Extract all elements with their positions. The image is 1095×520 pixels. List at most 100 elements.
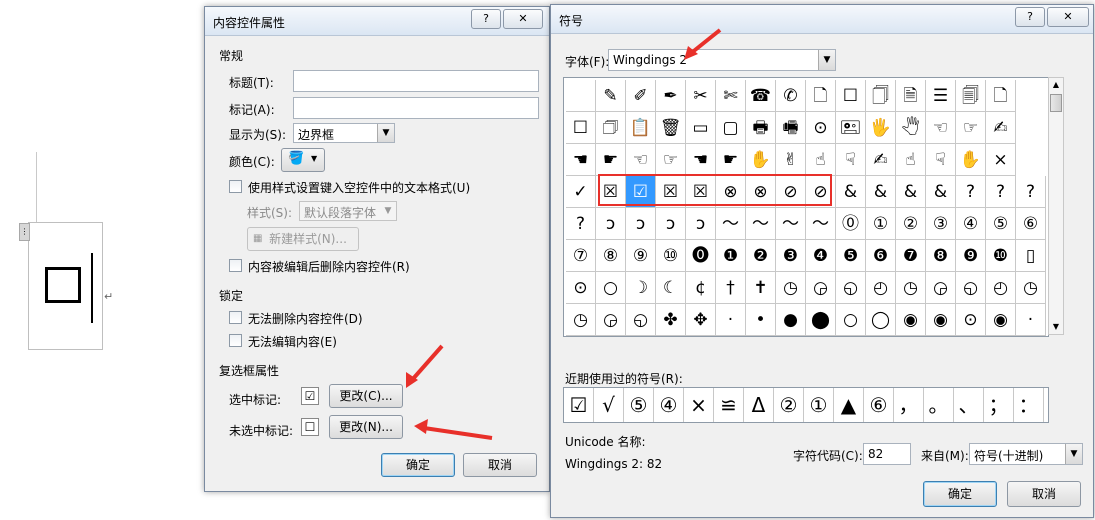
- symbol-cell[interactable]: 🗐: [956, 80, 986, 112]
- symbol-cell[interactable]: ✐: [626, 80, 656, 112]
- symbol-cell[interactable]: 〜: [716, 208, 746, 240]
- symbol-cell[interactable]: ○: [596, 272, 626, 304]
- symbol-cell[interactable]: ◵: [836, 272, 866, 304]
- chevron-down-icon[interactable]: ▼: [1065, 444, 1082, 464]
- symbol-cell[interactable]: ✄: [716, 80, 746, 112]
- symbol-cell[interactable]: ⑥: [1016, 208, 1046, 240]
- symbol-cell[interactable]: ❷: [746, 240, 776, 272]
- symbol-cell[interactable]: ↄ: [596, 208, 626, 240]
- symbol-cell[interactable]: ◶: [806, 272, 836, 304]
- symbol-cell[interactable]: ✓: [566, 176, 596, 208]
- symbol-cell[interactable]: ☜: [926, 112, 956, 144]
- symbol-cell[interactable]: ⊙: [956, 304, 986, 336]
- symbol-cell[interactable]: ②: [896, 208, 926, 240]
- symbol-cell[interactable]: ⑤: [986, 208, 1016, 240]
- symbol-grid[interactable]: ✎ ✐ ✒ ✂ ✄ ☎ ✆ 🗋 ☐ 🗍 🗎 ☰ 🗐 🗋 ☐ 🗇 📋 🗑 ▭ ▢ 🖶 🖷 ⊙ 🖭 🖐 🖑 ☜ ☞ ✍ ☚ ☛ ☜ ☞ ☚ ☛ ✋ ✌ ☝ ☟ ✍…: [563, 77, 1049, 337]
- symbol-cell[interactable]: 🗍: [866, 80, 896, 112]
- symbol-cell[interactable]: ☞: [956, 112, 986, 144]
- recent-symbol-cell[interactable]: Δ: [744, 388, 774, 422]
- ok-button[interactable]: 确定: [923, 481, 997, 507]
- symbol-cell[interactable]: 🗑: [656, 112, 686, 144]
- control-handle[interactable]: ⋮: [19, 223, 30, 241]
- recent-symbol-cell[interactable]: ④: [654, 388, 684, 422]
- symbol-cell[interactable]: ☟: [836, 144, 866, 176]
- symbol-cell[interactable]: ✋: [746, 144, 776, 176]
- symbol-cell[interactable]: ⓪: [836, 208, 866, 240]
- recent-symbol-cell[interactable]: ☑: [564, 388, 594, 422]
- close-button[interactable]: ✕: [503, 9, 543, 29]
- symbol-cell[interactable]: ⬤: [806, 304, 836, 336]
- symbol-cell[interactable]: ③: [926, 208, 956, 240]
- symbol-cell[interactable]: ↄ: [626, 208, 656, 240]
- symbol-cell[interactable]: 🖶: [746, 112, 776, 144]
- symbol-cell[interactable]: ⓿: [686, 240, 716, 272]
- symbol-cell[interactable]: ◉: [986, 304, 1016, 336]
- recent-symbol-cell[interactable]: 。: [924, 388, 954, 422]
- checkbox-symbol[interactable]: [45, 267, 81, 303]
- recent-symbol-cell[interactable]: √: [594, 388, 624, 422]
- color-picker-button[interactable]: 🪣 ▼: [281, 148, 325, 172]
- symbol-cell[interactable]: ?: [986, 176, 1016, 208]
- remove-when-edited-checkbox[interactable]: [229, 259, 242, 272]
- grid-scrollbar[interactable]: ▲ ▼: [1048, 77, 1064, 335]
- recent-symbol-cell[interactable]: ，: [894, 388, 924, 422]
- symbol-cell[interactable]: ☰: [926, 80, 956, 112]
- symbol-cell[interactable]: ❺: [836, 240, 866, 272]
- symbol-cell[interactable]: ✥: [686, 304, 716, 336]
- symbol-cell[interactable]: ❹: [806, 240, 836, 272]
- recent-symbol-cell[interactable]: ⑥: [864, 388, 894, 422]
- cancel-button[interactable]: 取消: [1007, 481, 1081, 507]
- symbol-cell[interactable]: 🗎: [896, 80, 926, 112]
- ok-button[interactable]: 确定: [381, 453, 455, 477]
- tag-input[interactable]: [293, 97, 539, 119]
- symbol-cell[interactable]: ☐: [836, 80, 866, 112]
- symbol-cell[interactable]: 🗇: [596, 112, 626, 144]
- symbol-cell[interactable]: ◵: [626, 304, 656, 336]
- recent-symbol-cell[interactable]: ；: [984, 388, 1014, 422]
- char-code-input[interactable]: 82: [863, 443, 911, 465]
- symbol-cell[interactable]: ⑧: [596, 240, 626, 272]
- symbol-cell[interactable]: ☽: [626, 272, 656, 304]
- help-button[interactable]: ?: [471, 9, 501, 29]
- symbol-cell[interactable]: ✎: [596, 80, 626, 112]
- symbol-cell[interactable]: ❽: [926, 240, 956, 272]
- symbol-cell[interactable]: ☚: [686, 144, 716, 176]
- font-select[interactable]: Wingdings 2 ▼: [608, 49, 836, 71]
- recent-symbol-cell[interactable]: ⑤: [624, 388, 654, 422]
- style-select[interactable]: 默认段落字体 ▼: [299, 201, 397, 221]
- chevron-down-icon[interactable]: ▼: [377, 124, 394, 142]
- symbol-cell[interactable]: ✤: [656, 304, 686, 336]
- symbol-cell[interactable]: ◷: [896, 272, 926, 304]
- symbol-cell[interactable]: ↄ: [656, 208, 686, 240]
- chevron-down-icon[interactable]: ▼: [818, 50, 835, 70]
- symbol-cell[interactable]: ●: [776, 304, 806, 336]
- symbol-cell[interactable]: ◉: [926, 304, 956, 336]
- symbol-cell[interactable]: ◷: [566, 304, 596, 336]
- symbol-cell[interactable]: &: [836, 176, 866, 208]
- symbol-cell[interactable]: 🖷: [776, 112, 806, 144]
- symbol-cell[interactable]: ◷: [1016, 272, 1046, 304]
- symbol-cell[interactable]: ☐: [566, 112, 596, 144]
- recent-symbol-cell[interactable]: ▲: [834, 388, 864, 422]
- recent-symbol-cell[interactable]: ②: [774, 388, 804, 422]
- show-as-select[interactable]: 边界框 ▼: [293, 123, 395, 143]
- symbol-cell[interactable]: ✋: [956, 144, 986, 176]
- symbol-cell[interactable]: •: [746, 304, 776, 336]
- symbol-cell[interactable]: ¢: [686, 272, 716, 304]
- symbol-cell[interactable]: ⊙: [566, 272, 596, 304]
- symbol-cell[interactable]: ✌: [776, 144, 806, 176]
- help-button[interactable]: ?: [1015, 7, 1045, 27]
- scroll-thumb[interactable]: [1050, 94, 1062, 112]
- scroll-down-icon[interactable]: ▼: [1049, 320, 1063, 334]
- symbol-cell[interactable]: ↄ: [686, 208, 716, 240]
- symbol-cell[interactable]: ✒: [656, 80, 686, 112]
- symbol-cell[interactable]: ·: [1016, 304, 1046, 336]
- symbol-cell[interactable]: &: [926, 176, 956, 208]
- recent-symbol-cell[interactable]: ①: [804, 388, 834, 422]
- new-style-button[interactable]: ▦ 新建样式(N)...: [247, 227, 359, 251]
- symbol-cell[interactable]: ☝: [806, 144, 836, 176]
- symbol-cell[interactable]: ▯: [1016, 240, 1046, 272]
- symbol-cell[interactable]: ☝: [896, 144, 926, 176]
- symbol-cell[interactable]: ☞: [656, 144, 686, 176]
- symbol-cell[interactable]: ☜: [626, 144, 656, 176]
